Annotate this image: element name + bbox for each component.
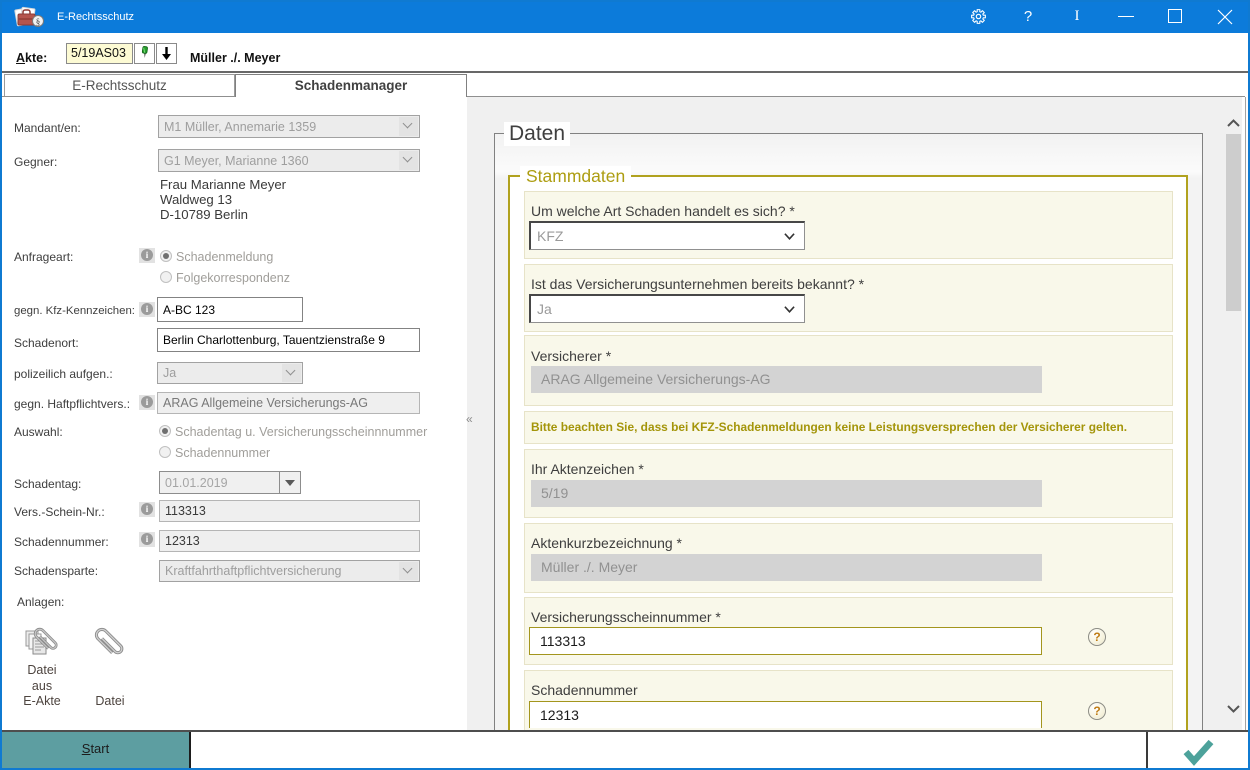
svg-text:§: §: [36, 17, 41, 27]
